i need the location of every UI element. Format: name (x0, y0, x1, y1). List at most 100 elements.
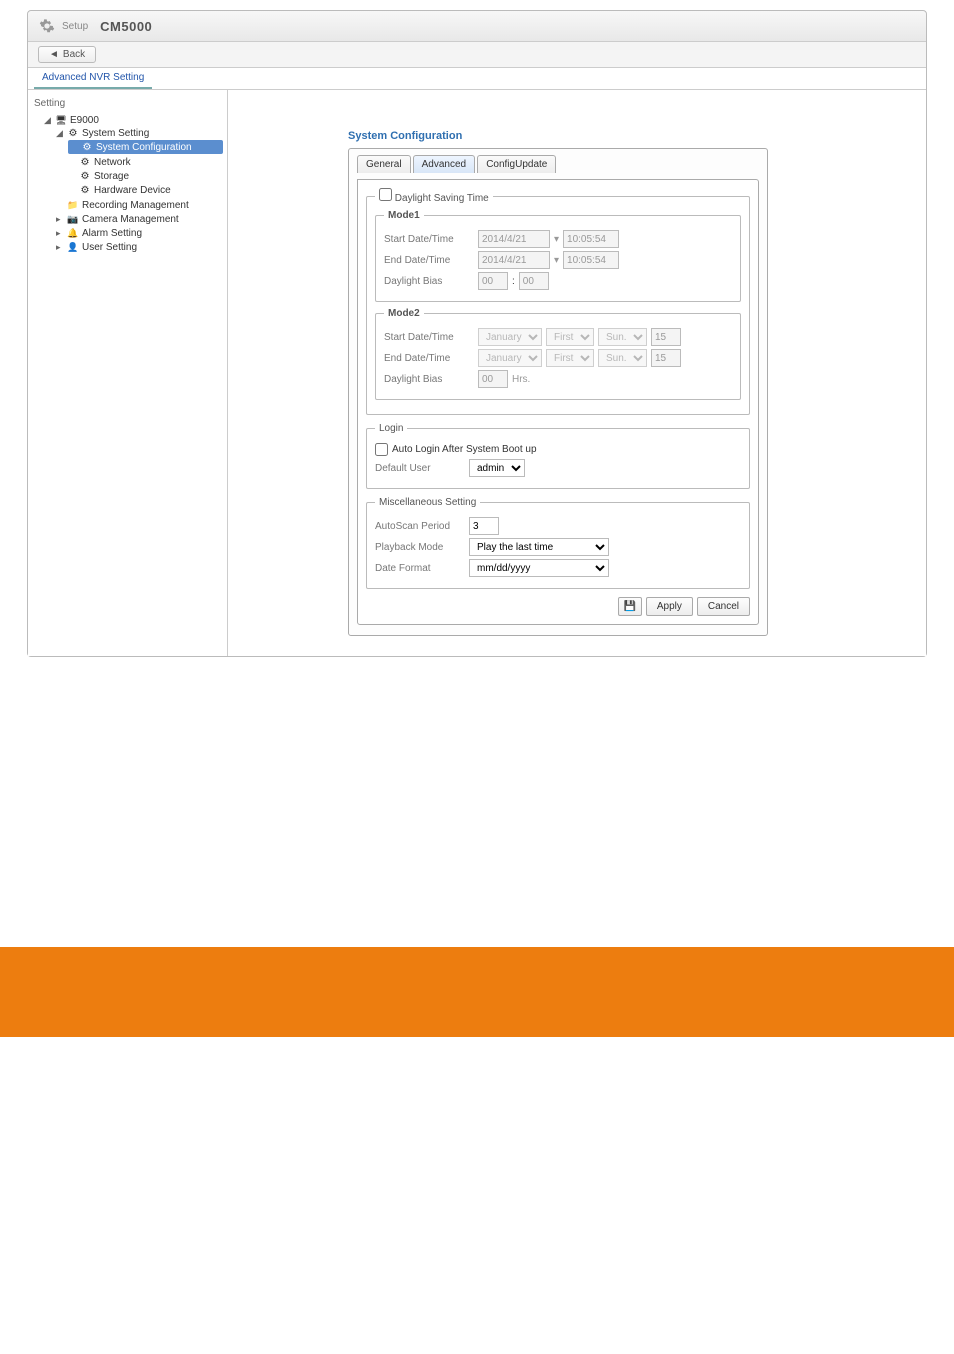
daylight-saving-time-checkbox[interactable] (379, 188, 392, 201)
misc-legend: Miscellaneous Setting (375, 497, 480, 508)
tree-node-alarm-setting[interactable]: ▸ Alarm Setting (56, 227, 223, 239)
tree-label: System Configuration (96, 142, 192, 153)
panel-title: System Configuration (348, 130, 906, 142)
mode2-end-label: End Date/Time (384, 353, 474, 364)
mode1-bias-minutes[interactable] (519, 272, 549, 290)
mode1-bias-label: Daylight Bias (384, 276, 474, 287)
tree-node-system-setting[interactable]: ◢ System Setting (56, 127, 223, 139)
login-group: Login Auto Login After System Boot up De… (366, 423, 750, 489)
app-title: CM5000 (100, 19, 152, 34)
mode2-legend: Mode2 (384, 308, 424, 319)
sidebar: Setting ◢ E9000 ◢ (28, 90, 228, 656)
collapse-icon: ▸ (56, 242, 64, 253)
mode2-bias-hours[interactable] (478, 370, 508, 388)
tree-node-recording-management[interactable]: Recording Management (56, 199, 223, 211)
server-icon (55, 114, 67, 126)
mode1-start-label: Start Date/Time (384, 234, 474, 245)
back-button-label: Back (63, 49, 85, 60)
back-arrow-icon: ◄ (49, 49, 59, 60)
collapse-icon: ▸ (56, 228, 64, 239)
apply-button[interactable]: Apply (646, 597, 693, 616)
expand-icon: ◢ (56, 128, 64, 139)
tree-node-hardware-device[interactable]: Hardware Device (68, 184, 223, 196)
mode2-start-month[interactable]: January (478, 328, 542, 346)
page-footer-bar (0, 947, 954, 1037)
tree-label: Recording Management (82, 200, 189, 211)
title-bar: Setup CM5000 (28, 11, 926, 42)
hrs-label: Hrs. (512, 374, 530, 385)
sidebar-header: Setting (32, 96, 223, 113)
miscellaneous-setting-group: Miscellaneous Setting AutoScan Period Pl… (366, 497, 750, 589)
mode1-start-time[interactable] (563, 230, 619, 248)
date-format-label: Date Format (375, 563, 465, 574)
dst-legend: Daylight Saving Time (395, 193, 489, 204)
mode2-start-label: Start Date/Time (384, 332, 474, 343)
mode2-start-hour[interactable] (651, 328, 681, 346)
tree-node-camera-management[interactable]: ▸ Camera Management (56, 213, 223, 225)
mode2-bias-label: Daylight Bias (384, 374, 474, 385)
tab-advanced[interactable]: Advanced (413, 155, 475, 173)
playback-mode-select[interactable]: Play the last time (469, 538, 609, 556)
mode2-end-ordinal[interactable]: First (546, 349, 594, 367)
tree-label: E9000 (70, 115, 99, 126)
user-icon (67, 241, 79, 253)
date-format-select[interactable]: mm/dd/yyyy (469, 559, 609, 577)
gear-icon (81, 141, 93, 153)
cancel-button[interactable]: Cancel (697, 597, 750, 616)
tree-node-user-setting[interactable]: ▸ User Setting (56, 241, 223, 253)
settings-tree: ◢ E9000 ◢ System Setting (32, 113, 223, 255)
tree-node-root[interactable]: ◢ E9000 (44, 114, 223, 126)
dst-mode2-group: Mode2 Start Date/Time January First Sun.… (375, 308, 741, 400)
mode1-start-date[interactable] (478, 230, 550, 248)
auto-login-label: Auto Login After System Boot up (392, 444, 537, 455)
tab-config-update[interactable]: ConfigUpdate (477, 155, 556, 173)
app-window: Setup CM5000 ◄ Back Advanced NVR Setting… (27, 10, 927, 657)
mode2-end-day[interactable]: Sun. (598, 349, 647, 367)
gear-icon (79, 156, 91, 168)
mode2-start-ordinal[interactable]: First (546, 328, 594, 346)
mode2-end-hour[interactable] (651, 349, 681, 367)
dst-mode1-group: Mode1 Start Date/Time ▾ End Date/Time ▾ (375, 210, 741, 302)
autoscan-period-label: AutoScan Period (375, 521, 465, 532)
advanced-tab-body: Daylight Saving Time Mode1 Start Date/Ti… (357, 179, 759, 625)
tree-node-network[interactable]: Network (68, 156, 223, 168)
tree-label: Network (94, 157, 131, 168)
mode1-bias-hours[interactable] (478, 272, 508, 290)
tree-node-storage[interactable]: Storage (68, 170, 223, 182)
gear-icon (38, 17, 56, 35)
tree-label: Storage (94, 171, 129, 182)
collapse-icon: ▸ (56, 214, 64, 225)
folder-icon (67, 199, 79, 211)
system-configuration-box: General Advanced ConfigUpdate Daylight S… (348, 148, 768, 636)
save-icon: 💾 (624, 601, 636, 612)
tree-node-system-configuration[interactable]: System Configuration (68, 140, 223, 154)
save-icon-button[interactable]: 💾 (618, 597, 642, 616)
tree-label: User Setting (82, 242, 137, 253)
autoscan-period-input[interactable] (469, 517, 499, 535)
config-tabs: General Advanced ConfigUpdate (357, 155, 759, 173)
mode1-end-date[interactable] (478, 251, 550, 269)
mode1-legend: Mode1 (384, 210, 424, 221)
gear-icon (79, 170, 91, 182)
mode2-start-day[interactable]: Sun. (598, 328, 647, 346)
mode1-end-label: End Date/Time (384, 255, 474, 266)
default-user-select[interactable]: admin (469, 459, 525, 477)
gear-icon (67, 127, 79, 139)
setup-label: Setup (62, 21, 88, 32)
tree-label: Alarm Setting (82, 228, 142, 239)
bell-icon (67, 227, 79, 239)
back-bar: ◄ Back (28, 42, 926, 68)
gear-icon (79, 184, 91, 196)
main-panel: System Configuration General Advanced Co… (228, 90, 926, 656)
button-row: 💾 Apply Cancel (366, 597, 750, 616)
daylight-saving-time-group: Daylight Saving Time Mode1 Start Date/Ti… (366, 188, 750, 415)
tree-label: Camera Management (82, 214, 179, 225)
back-button[interactable]: ◄ Back (38, 46, 96, 63)
mode2-end-month[interactable]: January (478, 349, 542, 367)
auto-login-checkbox[interactable] (375, 443, 388, 456)
default-user-label: Default User (375, 463, 465, 474)
tab-advanced-nvr-setting[interactable]: Advanced NVR Setting (34, 68, 152, 89)
tree-label: Hardware Device (94, 185, 171, 196)
mode1-end-time[interactable] (563, 251, 619, 269)
tab-general[interactable]: General (357, 155, 411, 173)
